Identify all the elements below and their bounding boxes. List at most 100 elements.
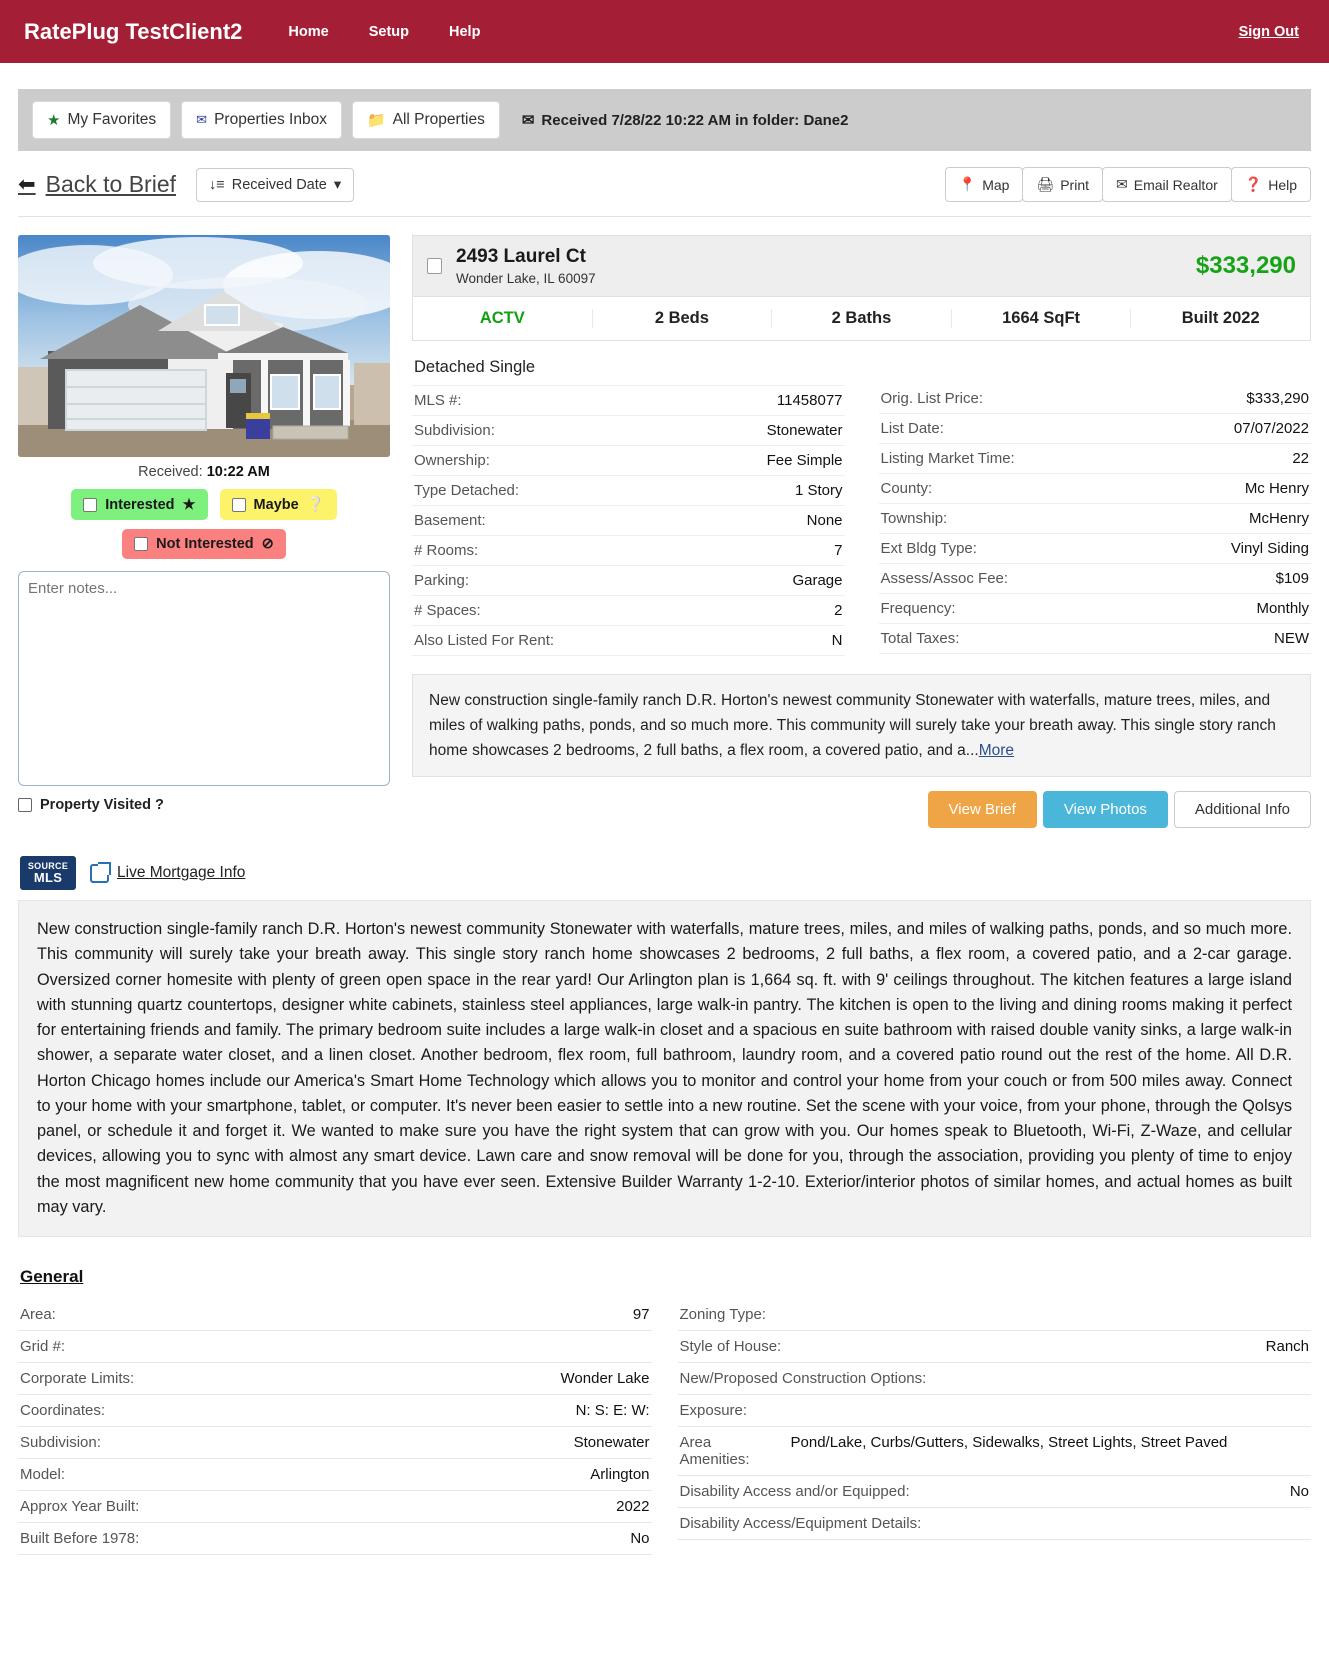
map-button[interactable]: 📍 Map [944,167,1024,202]
property-photo-image [18,235,390,457]
back-to-brief-link[interactable]: ⬅ Back to Brief [18,171,176,198]
stat-beds: 2 Beds [593,308,773,328]
select-listing-checkbox[interactable] [427,257,442,274]
back-to-brief-label: Back to Brief [45,171,176,197]
print-button[interactable]: 🖨 Print [1022,167,1103,202]
interest-flags-row-2: Not Interested ⊘ [18,529,390,559]
full-description: New construction single-family ranch D.R… [18,900,1311,1238]
star-icon: ★ [47,112,61,129]
detail-label: Ext Bldg Type: [880,539,977,557]
general-label: New/Proposed Construction Options: [679,1370,927,1388]
sort-dropdown[interactable]: ↓≡ Received Date ▾ [196,167,355,202]
detail-label: Subdivision: [414,421,495,439]
detail-label: Frequency: [880,599,956,617]
interested-checkbox[interactable] [83,497,98,512]
email-realtor-button[interactable]: ✉ Email Realtor [1102,167,1232,202]
general-label: Subdivision: [20,1434,101,1452]
stat-sqft: 1664 SqFt [952,308,1132,328]
property-visited-row[interactable]: Property Visited ? [18,797,390,813]
table-row: Total Taxes: NEW [878,624,1311,654]
table-row: Subdivision: Stonewater [18,1427,652,1460]
general-value: 2022 [616,1498,650,1516]
detail-label: # Rooms: [414,541,479,559]
notes-input[interactable] [18,571,390,786]
maybe-checkbox[interactable] [231,497,246,512]
properties-inbox-label: Properties Inbox [214,111,327,128]
folder-icon: 📁 [366,112,386,129]
help-button[interactable]: ❓ Help [1230,167,1311,202]
table-row: Approx Year Built: 2022 [18,1491,652,1524]
table-row: Coordinates: N: S: E: W: [18,1395,652,1428]
photo-received-line: Received: 10:22 AM [18,457,390,489]
table-row: Style of House: Ranch [677,1331,1311,1364]
source-mls-logo-line2: MLS [33,870,63,886]
detail-value: N [831,631,843,649]
table-row: Frequency: Monthly [878,594,1311,624]
general-value: N: S: E: W: [575,1402,650,1420]
envelope-icon: ✉ [521,112,535,129]
general-value: 97 [632,1306,650,1324]
address-bar: 2493 Laurel Ct Wonder Lake, IL 60097 $33… [412,235,1311,297]
table-row: Type Detached: 1 Story [412,476,845,506]
brand-title: RatePlug TestClient2 [24,18,243,44]
nav-link-setup[interactable]: Setup [353,16,425,48]
external-link-icon [90,861,111,883]
detail-value: 07/07/2022 [1233,419,1309,437]
detail-value: None [806,511,843,529]
table-row: Disability Access and/or Equipped: No [677,1476,1311,1509]
not-interested-checkbox[interactable] [134,537,149,551]
received-folder-note: ✉ Received 7/28/22 10:22 AM in folder: D… [521,111,849,130]
table-row: New/Proposed Construction Options: [677,1363,1311,1396]
nav-link-home[interactable]: Home [272,16,344,48]
arrow-left-icon: ⬅ [18,173,36,196]
general-label: Model: [20,1466,66,1484]
detail-label: Type Detached: [414,481,520,499]
general-label: Style of House: [679,1338,782,1356]
chevron-down-icon: ▾ [333,176,342,193]
general-label: Zoning Type: [679,1306,766,1324]
table-row: Built Before 1978: No [18,1523,652,1556]
table-row: Assess/Assoc Fee: $109 [878,564,1311,594]
table-row: Area Amenities: Pond/Lake, Curbs/Gutters… [677,1427,1311,1477]
view-photos-button[interactable]: View Photos [1042,791,1168,829]
additional-info-button[interactable]: Additional Info [1173,791,1311,829]
detail-label: MLS #: [414,391,462,409]
right-column: 2493 Laurel Ct Wonder Lake, IL 60097 $33… [412,235,1311,829]
table-row: # Spaces: 2 [412,596,845,626]
general-label: Disability Access/Equipment Details: [679,1515,922,1533]
prohibited-icon: ⊘ [261,536,274,552]
detail-value: Mc Henry [1244,479,1309,497]
not-interested-label: Not Interested [156,536,254,552]
star-icon: ★ [182,496,196,513]
not-interested-flag[interactable]: Not Interested ⊘ [122,529,286,559]
general-value: No [1289,1483,1309,1501]
view-brief-button[interactable]: View Brief [927,791,1037,829]
table-row: Also Listed For Rent: N [412,626,845,656]
detail-value: Vinyl Siding [1230,539,1309,557]
general-section-heading: General [20,1267,84,1287]
maybe-flag[interactable]: Maybe ❔ [219,489,337,520]
property-visited-label: Property Visited ? [40,797,164,813]
general-tables: Area: 97 Grid #: Corporate Limits: Wonde… [18,1299,1311,1556]
property-visited-checkbox[interactable] [18,798,32,812]
more-link[interactable]: More [979,742,1014,759]
property-photo[interactable] [18,235,390,457]
sign-out-link[interactable]: Sign Out [1233,16,1305,48]
my-favorites-button[interactable]: ★ My Favorites [32,101,172,139]
table-row: Model: Arlington [18,1459,652,1492]
map-pin-icon: 📍 [958,176,977,192]
interested-flag[interactable]: Interested ★ [71,489,208,520]
live-mortgage-info-label: Live Mortgage Info [117,864,246,882]
table-row: List Date: 07/07/2022 [878,414,1311,444]
detail-value: 1 Story [794,481,843,499]
table-row: Area: 97 [18,1299,652,1332]
interested-label: Interested [105,496,175,513]
all-properties-button[interactable]: 📁 All Properties [351,101,500,139]
property-city-state-zip: Wonder Lake, IL 60097 [456,270,596,286]
table-row: Listing Market Time: 22 [878,444,1311,474]
live-mortgage-info-link[interactable]: Live Mortgage Info [90,861,246,883]
properties-inbox-button[interactable]: ✉ Properties Inbox [181,101,342,139]
nav-link-help[interactable]: Help [433,16,496,48]
source-mls-logo: SOURCE MLS [20,856,76,891]
general-label: Built Before 1978: [20,1530,140,1548]
